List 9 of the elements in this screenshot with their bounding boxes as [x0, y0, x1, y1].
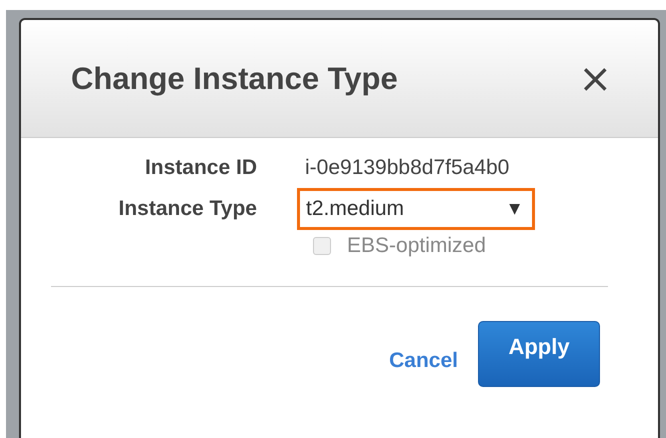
- field-label: Instance Type: [118, 197, 257, 221]
- field-value: i-0e9139bb8d7f5a4b0: [305, 156, 510, 180]
- checkbox-label: EBS-optimized: [347, 234, 486, 258]
- instance-type-dropdown[interactable]: t2.medium ▼: [297, 188, 535, 230]
- close-button[interactable]: ×: [578, 58, 612, 98]
- dialog-title: Change Instance Type: [71, 60, 398, 96]
- apply-button[interactable]: Apply: [478, 321, 600, 387]
- field-label: Instance ID: [144, 156, 257, 180]
- cancel-link[interactable]: Cancel: [389, 349, 458, 373]
